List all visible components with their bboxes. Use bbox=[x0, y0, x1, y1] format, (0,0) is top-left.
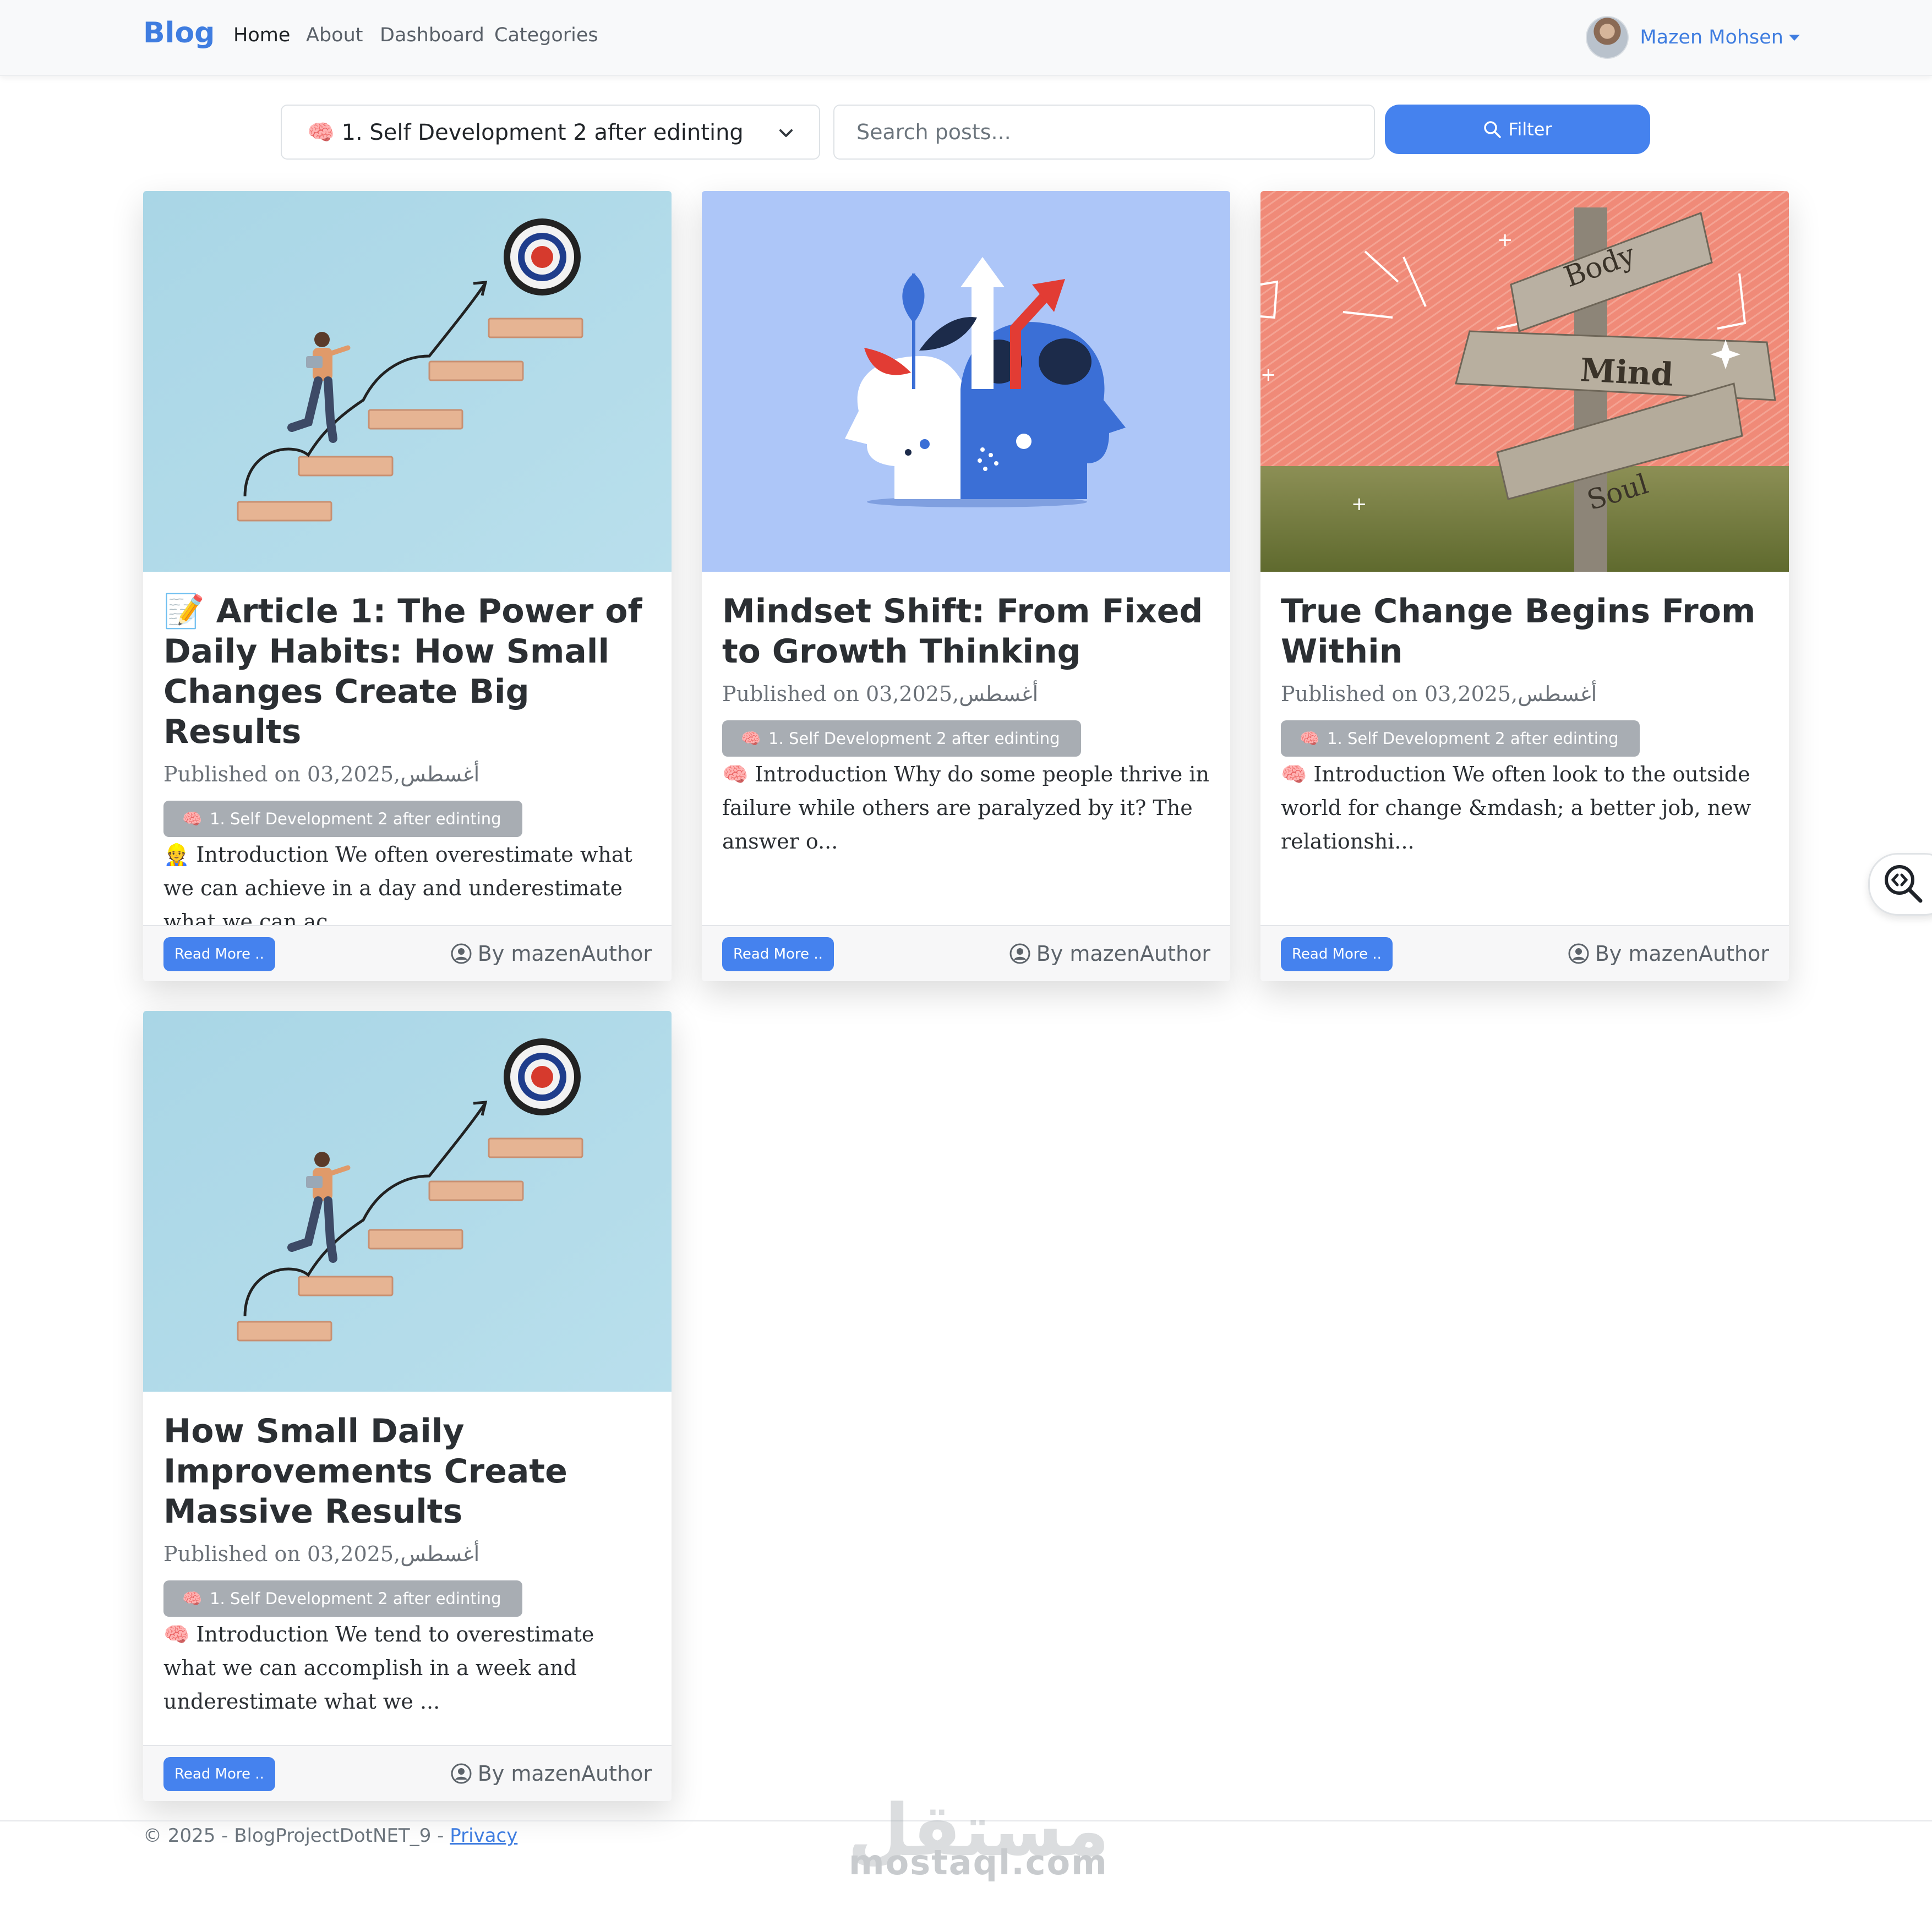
category-badge[interactable]: 🧠 1. Self Development 2 after edinting bbox=[163, 801, 522, 837]
category-badge-label: 1. Self Development 2 after edinting bbox=[210, 1589, 501, 1608]
nav-link-about[interactable]: About bbox=[306, 24, 363, 46]
nav-link-categories[interactable]: Categories bbox=[494, 24, 598, 46]
post-date: Published on 03,2025,أغسطس bbox=[163, 1542, 480, 1566]
watermark-text: mostaql.com bbox=[849, 1842, 1108, 1883]
brain-icon: 🧠 bbox=[182, 809, 203, 828]
brain-icon: 🧠 bbox=[741, 729, 761, 748]
filter-button-label: Filter bbox=[1508, 119, 1552, 140]
top-navbar: Blog Home About Dashboard Categories Maz… bbox=[0, 0, 1932, 76]
filter-button[interactable]: Filter bbox=[1385, 105, 1650, 154]
user-circle-icon bbox=[1568, 943, 1589, 964]
post-title[interactable]: How Small Daily Improvements Create Mass… bbox=[163, 1411, 651, 1532]
post-card-footer: Read More .. By mazenAuthor bbox=[143, 925, 672, 981]
code-search-icon bbox=[1885, 865, 1923, 903]
brain-icon: 🧠 bbox=[1300, 729, 1320, 748]
post-card-body: 📝 Article 1: The Power of Daily Habits: … bbox=[163, 572, 651, 939]
post-card-body: Mindset Shift: From Fixed to Growth Thin… bbox=[722, 572, 1210, 858]
post-image-heads-growth bbox=[702, 191, 1230, 572]
page-footer: © 2025 - BlogProjectDotNET_9 - Privacy bbox=[143, 1825, 517, 1847]
read-more-button[interactable]: Read More .. bbox=[1281, 937, 1393, 971]
post-author-label: By mazenAuthor bbox=[1036, 942, 1210, 966]
post-excerpt: 🧠 Introduction We often look to the outs… bbox=[1281, 762, 1751, 853]
user-circle-icon bbox=[1009, 943, 1030, 964]
nav-link-home[interactable]: Home bbox=[233, 24, 290, 46]
post-author: By mazenAuthor bbox=[1009, 942, 1210, 966]
svg-text:+: + bbox=[1260, 364, 1276, 386]
post-date: Published on 03,2025,أغسطس bbox=[1281, 682, 1597, 706]
user-circle-icon bbox=[451, 1763, 472, 1784]
post-card: How Small Daily Improvements Create Mass… bbox=[143, 1011, 672, 1801]
post-author-label: By mazenAuthor bbox=[1595, 942, 1769, 966]
search-input[interactable] bbox=[833, 105, 1375, 160]
category-badge[interactable]: 🧠 1. Self Development 2 after edinting bbox=[1281, 720, 1640, 757]
category-badge-label: 1. Self Development 2 after edinting bbox=[210, 809, 501, 828]
avatar bbox=[1586, 16, 1629, 59]
category-badge[interactable]: 🧠 1. Self Development 2 after edinting bbox=[163, 1580, 522, 1617]
post-image-stairs-target bbox=[143, 191, 672, 572]
svg-text:+: + bbox=[1497, 229, 1513, 251]
post-image-signpost: Body Mind Soul + + + bbox=[1260, 191, 1789, 572]
post-author-label: By mazenAuthor bbox=[477, 942, 652, 966]
svg-text:+: + bbox=[1351, 493, 1367, 515]
post-card: Body Mind Soul + + + True Change Begins … bbox=[1260, 191, 1789, 981]
accessibility-widget-button[interactable] bbox=[1868, 853, 1932, 916]
nav-link-dashboard[interactable]: Dashboard bbox=[380, 24, 484, 46]
search-icon bbox=[1484, 121, 1502, 138]
post-author-label: By mazenAuthor bbox=[477, 1761, 652, 1786]
post-author: By mazenAuthor bbox=[450, 1761, 652, 1786]
post-card-body: True Change Begins From Within Published… bbox=[1281, 572, 1769, 858]
post-card: Mindset Shift: From Fixed to Growth Thin… bbox=[702, 191, 1230, 981]
user-circle-icon bbox=[451, 943, 472, 964]
post-card: 📝 Article 1: The Power of Daily Habits: … bbox=[143, 191, 672, 981]
chevron-down-icon bbox=[779, 129, 793, 137]
post-date: Published on 03,2025,أغسطس bbox=[722, 682, 1039, 706]
post-author: By mazenAuthor bbox=[450, 942, 652, 966]
user-name: Mazen Mohsen bbox=[1640, 26, 1783, 48]
read-more-button[interactable]: Read More .. bbox=[722, 937, 834, 971]
chevron-down-icon bbox=[1789, 34, 1800, 41]
read-more-button[interactable]: Read More .. bbox=[163, 1757, 275, 1791]
post-excerpt: 👷 Introduction We often overestimate wha… bbox=[163, 842, 632, 934]
category-select[interactable]: 🧠 1. Self Development 2 after edinting bbox=[281, 105, 820, 160]
brand-logo[interactable]: Blog bbox=[143, 17, 215, 50]
post-card-body: How Small Daily Improvements Create Mass… bbox=[163, 1392, 651, 1719]
post-card-footer: Read More .. By mazenAuthor bbox=[1260, 925, 1789, 981]
post-excerpt: 🧠 Introduction We tend to overestimate w… bbox=[163, 1622, 594, 1714]
user-menu[interactable]: Mazen Mohsen bbox=[1586, 15, 1800, 59]
post-card-footer: Read More .. By mazenAuthor bbox=[702, 925, 1230, 981]
category-badge[interactable]: 🧠 1. Self Development 2 after edinting bbox=[722, 720, 1081, 757]
category-badge-label: 1. Self Development 2 after edinting bbox=[768, 729, 1060, 748]
read-more-button[interactable]: Read More .. bbox=[163, 937, 275, 971]
post-title[interactable]: True Change Begins From Within bbox=[1281, 592, 1769, 672]
category-badge-label: 1. Self Development 2 after edinting bbox=[1327, 729, 1619, 748]
post-title[interactable]: Mindset Shift: From Fixed to Growth Thin… bbox=[722, 592, 1210, 672]
footer-copyright: © 2025 - BlogProjectDotNET_9 - bbox=[143, 1825, 444, 1847]
category-select-value: 🧠 1. Self Development 2 after edinting bbox=[307, 119, 744, 145]
post-author: By mazenAuthor bbox=[1568, 942, 1769, 966]
post-excerpt: 🧠 Introduction Why do some people thrive… bbox=[722, 762, 1209, 853]
privacy-link[interactable]: Privacy bbox=[450, 1825, 517, 1847]
post-title[interactable]: 📝 Article 1: The Power of Daily Habits: … bbox=[163, 592, 651, 752]
post-date: Published on 03,2025,أغسطس bbox=[163, 762, 480, 786]
post-image-stairs-target bbox=[143, 1011, 672, 1392]
brain-icon: 🧠 bbox=[182, 1589, 203, 1608]
sign-word-mind: Mind bbox=[1579, 351, 1674, 393]
post-card-footer: Read More .. By mazenAuthor bbox=[143, 1745, 672, 1801]
